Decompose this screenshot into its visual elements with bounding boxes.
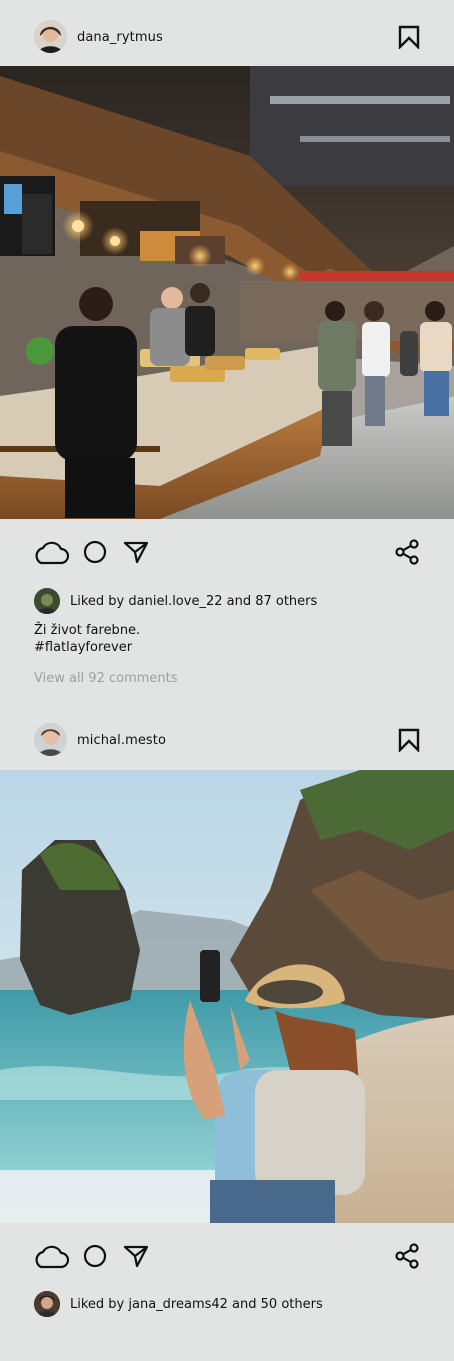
share-icon[interactable] (394, 539, 420, 569)
post-header: michal.mesto (0, 706, 454, 772)
username[interactable]: michal.mesto (77, 733, 166, 748)
bookmark-icon[interactable] (398, 728, 420, 753)
post-image[interactable] (0, 66, 454, 519)
view-comments-link[interactable]: View all 92 comments (34, 671, 178, 686)
likes-row: Liked by jana_dreams42 and 50 others (34, 1291, 323, 1317)
likes-row: Liked by daniel.love_22 and 87 others (34, 588, 317, 614)
circle-icon[interactable] (83, 540, 107, 568)
share-icon[interactable] (394, 1243, 420, 1273)
caption-line: Ži život farebne. (34, 623, 141, 638)
hashtag-link[interactable]: #flatlayforever (34, 639, 140, 656)
feed: dana_rytmus Liked by daniel.love_22 and … (0, 0, 454, 1361)
beach-photo (0, 770, 454, 1223)
post-actions (0, 1223, 454, 1289)
username[interactable]: dana_rytmus (77, 30, 163, 45)
food-court-photo (0, 66, 454, 519)
cloud-icon[interactable] (33, 539, 70, 569)
cloud-icon[interactable] (33, 1243, 70, 1273)
bookmark-icon[interactable] (398, 25, 420, 50)
send-icon[interactable] (123, 540, 149, 568)
avatar-image (34, 20, 67, 53)
post-image[interactable] (0, 770, 454, 1223)
post-header: dana_rytmus (0, 4, 454, 70)
avatar-image (34, 723, 67, 756)
avatar[interactable] (34, 20, 67, 53)
post-actions (0, 519, 454, 585)
likes-avatar[interactable] (34, 1291, 60, 1317)
avatar[interactable] (34, 723, 67, 756)
likes-text[interactable]: Liked by daniel.love_22 and 87 others (70, 594, 317, 609)
caption: Ži život farebne. #flatlayforever (34, 622, 140, 656)
send-icon[interactable] (123, 1244, 149, 1272)
likes-avatar[interactable] (34, 588, 60, 614)
likes-text[interactable]: Liked by jana_dreams42 and 50 others (70, 1297, 323, 1312)
circle-icon[interactable] (83, 1244, 107, 1272)
